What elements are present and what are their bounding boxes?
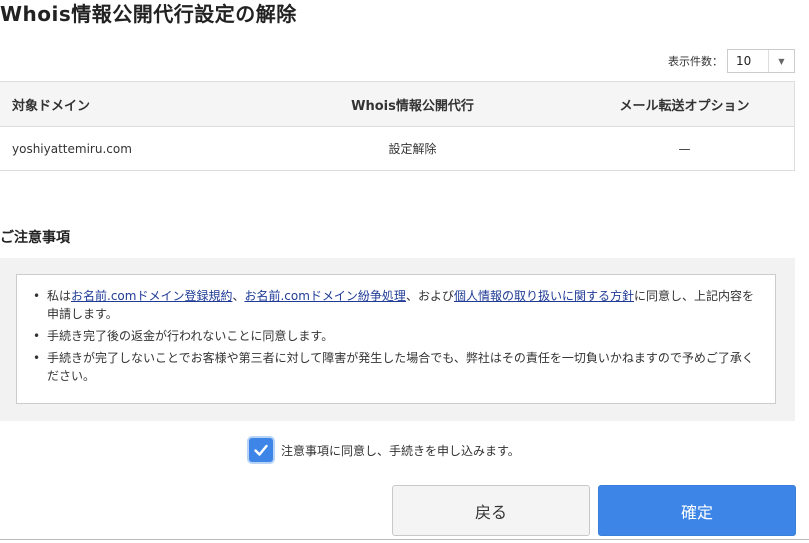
page-title: Whois情報公開代行設定の解除 [0, 2, 297, 26]
column-header-mail-forwarding: メール転送オプション [575, 81, 795, 127]
domain-table: 対象ドメイン Whois情報公開代行 メール転送オプション yoshiyatte… [0, 81, 795, 171]
per-page-value: 10 [736, 54, 752, 68]
dispute-policy-link[interactable]: お名前.comドメイン紛争処理 [244, 289, 405, 303]
back-button[interactable]: 戻る [392, 485, 590, 536]
notice-box: 私はお名前.comドメイン登録規約、お名前.comドメイン紛争処理、および個人情… [16, 274, 776, 404]
agreement-label[interactable]: 注意事項に同意し、手続きを申し込みます。 [281, 442, 520, 459]
cell-mail-forwarding: — [575, 126, 795, 171]
notice-text: 、 [232, 289, 245, 303]
agreement-row: 注意事項に同意し、手続きを申し込みます。 [249, 438, 520, 462]
notice-text: 私は [47, 289, 72, 303]
column-header-whois: Whois情報公開代行 [250, 81, 575, 127]
notice-list: 私はお名前.comドメイン登録規約、お名前.comドメイン紛争処理、および個人情… [33, 287, 759, 385]
notice-text: 、および [405, 289, 454, 303]
agreement-checkbox[interactable] [249, 438, 273, 462]
notice-item: 手続きが完了しないことでお客様や第三者に対して障害が発生した場合でも、弊社はその… [33, 349, 759, 385]
cell-whois: 設定解除 [250, 126, 575, 171]
caret-down-icon[interactable]: ▼ [768, 50, 794, 72]
notice-heading: ご注意事項 [0, 230, 70, 246]
notice-area: 私はお名前.comドメイン登録規約、お名前.comドメイン紛争処理、および個人情… [0, 258, 795, 421]
per-page-select[interactable]: 10 ▼ [727, 49, 795, 73]
divider [0, 539, 809, 540]
table-row: yoshiyattemiru.com 設定解除 — [0, 126, 795, 171]
check-icon [254, 444, 268, 456]
table-header-row: 対象ドメイン Whois情報公開代行 メール転送オプション [0, 81, 795, 127]
per-page-label: 表示件数： [668, 55, 723, 68]
per-page-control: 表示件数： 10 ▼ [668, 49, 795, 73]
notice-item: 私はお名前.comドメイン登録規約、お名前.comドメイン紛争処理、および個人情… [33, 287, 759, 323]
notice-item: 手続き完了後の返金が行われないことに同意します。 [33, 327, 759, 345]
column-header-domain: 対象ドメイン [0, 81, 250, 127]
terms-link[interactable]: お名前.comドメイン登録規約 [71, 289, 232, 303]
cell-domain: yoshiyattemiru.com [0, 126, 250, 171]
confirm-button[interactable]: 確定 [598, 485, 796, 536]
privacy-policy-link[interactable]: 個人情報の取り扱いに関する方針 [454, 289, 634, 303]
